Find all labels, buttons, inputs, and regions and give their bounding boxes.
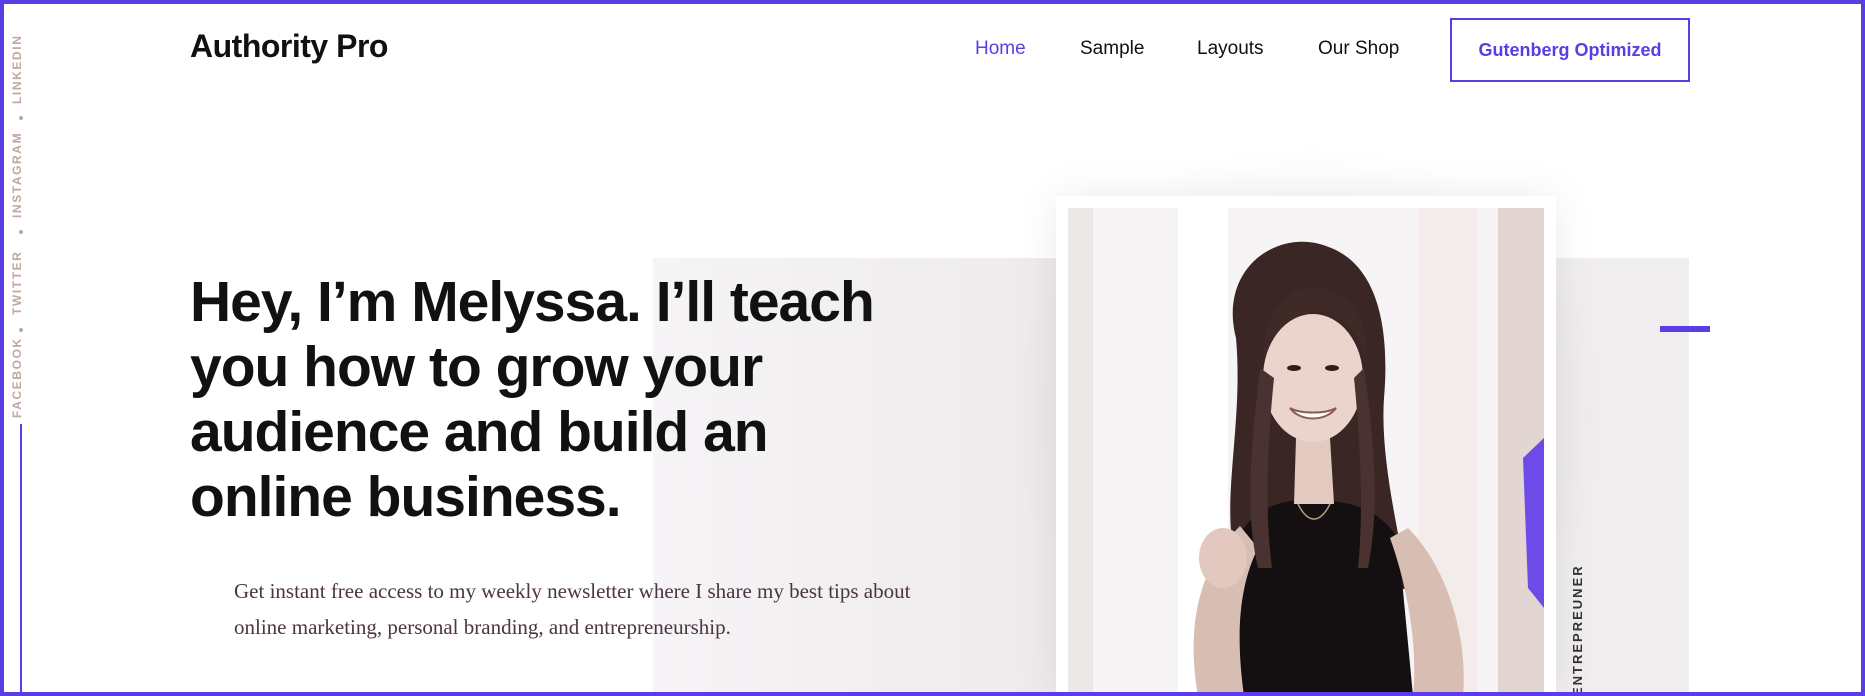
nav-item-layouts[interactable]: Layouts <box>1197 38 1264 60</box>
hero-intro-text: Get instant free access to my weekly new… <box>234 579 911 639</box>
social-link-facebook[interactable]: FACEBOOK <box>10 337 32 418</box>
social-separator-dot <box>19 230 23 234</box>
social-rail: LINKEDIN INSTAGRAM TWITTER FACEBOOK <box>10 35 32 418</box>
gutenberg-optimized-button[interactable]: Gutenberg Optimized <box>1450 18 1690 82</box>
social-rail-line <box>20 424 22 696</box>
social-link-instagram[interactable]: INSTAGRAM <box>10 132 32 218</box>
accent-line <box>1660 326 1710 332</box>
social-link-twitter[interactable]: TWITTER <box>10 248 32 318</box>
portrait-illustration <box>1068 208 1544 696</box>
social-separator-dot <box>19 116 23 120</box>
site-logo[interactable]: Authority Pro <box>190 28 388 65</box>
nav-item-home[interactable]: Home <box>975 38 1026 60</box>
vertical-tagline: ENTREPREUNER <box>1570 564 1585 696</box>
nav-item-our-shop[interactable]: Our Shop <box>1318 38 1399 60</box>
social-separator-dot <box>19 328 23 332</box>
nav-item-sample[interactable]: Sample <box>1080 38 1144 60</box>
portrait-photo <box>1068 208 1544 696</box>
hero-headline: Hey, I’m Melyssa. I’ll teach you how to … <box>190 270 875 529</box>
social-link-linkedin[interactable]: LINKEDIN <box>10 35 32 104</box>
